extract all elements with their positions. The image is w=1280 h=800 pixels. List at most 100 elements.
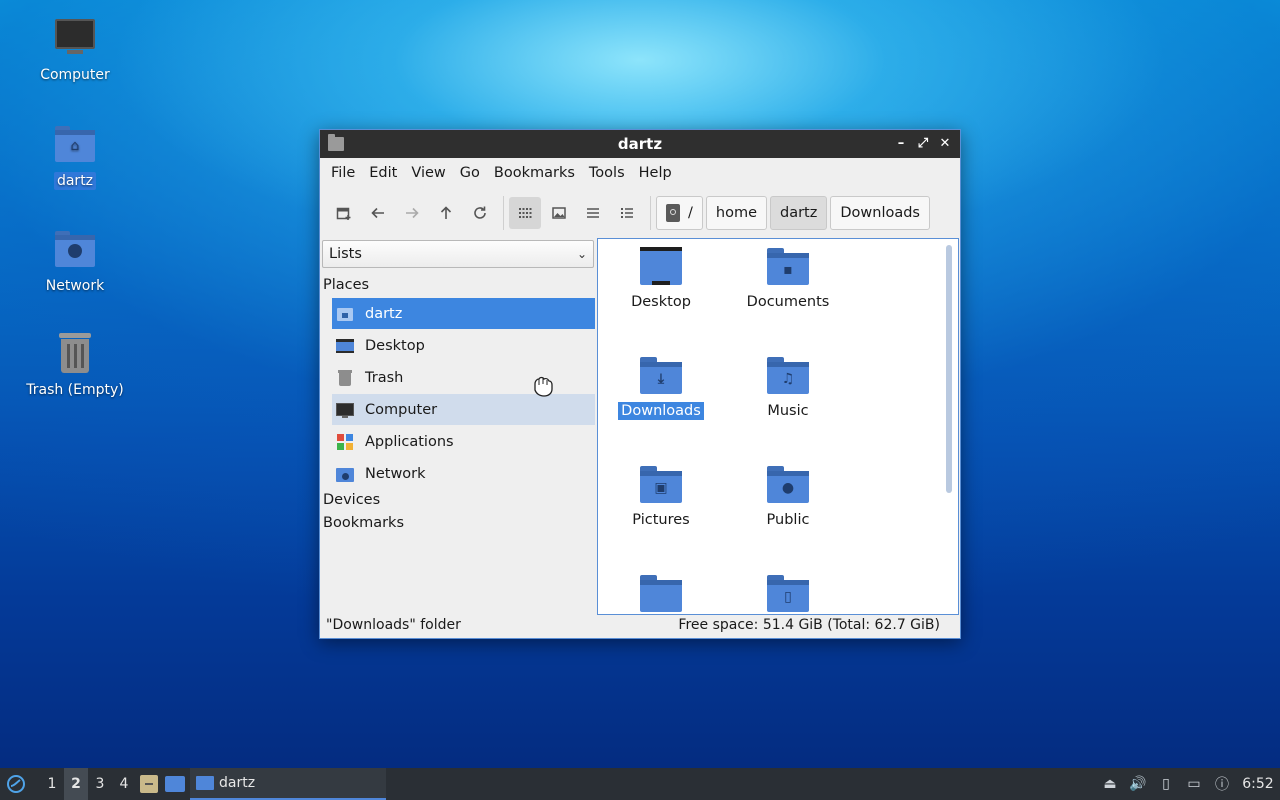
toolbar: / home dartz Downloads xyxy=(320,188,960,238)
network-icon[interactable]: ▭ xyxy=(1180,776,1208,792)
file-item-label: Music xyxy=(767,403,809,419)
side-pane-mode-select[interactable]: Lists ⌄ xyxy=(322,240,594,268)
menu-edit[interactable]: Edit xyxy=(362,161,404,185)
back-icon[interactable] xyxy=(362,197,394,229)
home-folder-icon: ⌂ xyxy=(53,122,97,166)
compact-view-icon[interactable] xyxy=(577,197,609,229)
detailed-list-icon[interactable] xyxy=(611,197,643,229)
sidebar-item-network[interactable]: Network xyxy=(332,458,595,489)
menu-tools[interactable]: Tools xyxy=(582,161,632,185)
icon-view-icon[interactable] xyxy=(509,197,541,229)
path-downloads-label: Downloads xyxy=(840,205,920,221)
thumbnail-view-icon[interactable] xyxy=(543,197,575,229)
sidebar-item-computer[interactable]: Computer xyxy=(332,394,595,425)
file-manager-window: dartz – ⤢ ✕ File Edit View Go Bookmarks … xyxy=(319,129,961,639)
pictures-folder-icon: ▣ xyxy=(640,465,682,503)
show-desktop-launcher[interactable] xyxy=(162,768,188,800)
folder-icon xyxy=(640,574,682,612)
titlebar[interactable]: dartz – ⤢ ✕ xyxy=(320,130,960,158)
menu-go[interactable]: Go xyxy=(453,161,487,185)
sidebar-item-label: Network xyxy=(365,465,426,482)
desktop-icon xyxy=(336,337,354,355)
workspace-4[interactable]: 4 xyxy=(112,776,136,792)
trash-icon xyxy=(53,331,97,375)
cursor-hand-icon xyxy=(529,372,555,398)
home-folder-icon xyxy=(336,305,354,323)
status-selection: "Downloads" folder xyxy=(326,617,461,633)
desktop-icon-label: dartz xyxy=(53,172,97,190)
menu-file[interactable]: File xyxy=(324,161,362,185)
menu-bookmarks[interactable]: Bookmarks xyxy=(487,161,582,185)
sidebar-item-trash[interactable]: Trash xyxy=(332,362,595,393)
sidebar-item-dartz[interactable]: dartz xyxy=(332,298,595,329)
sidebar-item-label: dartz xyxy=(365,305,403,322)
volume-icon[interactable]: 🔊 xyxy=(1124,776,1152,792)
eject-icon[interactable]: ⏏ xyxy=(1096,776,1124,792)
templates-folder-icon: ▯ xyxy=(767,574,809,612)
desktop-icon-label: Trash (Empty) xyxy=(26,382,124,398)
workspace-3[interactable]: 3 xyxy=(88,776,112,792)
minimize-icon[interactable]: – xyxy=(892,135,910,153)
applications-icon xyxy=(336,433,354,451)
bookmarks-header[interactable]: Bookmarks xyxy=(323,515,404,531)
file-item-pictures[interactable]: ▣ Pictures xyxy=(606,465,716,529)
file-item-public[interactable]: ● Public xyxy=(733,465,843,529)
file-view[interactable]: Desktop ▪ Documents ⤓ Downloads ♫ Music … xyxy=(597,238,959,615)
file-item-music[interactable]: ♫ Music xyxy=(733,356,843,420)
workspace-2[interactable]: 2 xyxy=(64,768,88,800)
chevron-down-icon: ⌄ xyxy=(576,247,587,261)
toolbar-separator xyxy=(503,196,504,230)
clipboard-icon[interactable]: ▯ xyxy=(1152,776,1180,792)
path-root[interactable]: / xyxy=(656,196,703,230)
menu-view[interactable]: View xyxy=(404,161,452,185)
file-item-downloads[interactable]: ⤓ Downloads xyxy=(606,356,716,420)
file-item-label: Downloads xyxy=(618,402,704,420)
menu-help[interactable]: Help xyxy=(632,161,679,185)
sidebar-item-label: Desktop xyxy=(365,337,425,354)
workspace-1[interactable]: 1 xyxy=(40,776,64,792)
clock[interactable]: 6:52 xyxy=(1236,776,1280,792)
window-title: dartz xyxy=(617,135,663,153)
file-manager-launcher[interactable] xyxy=(136,768,162,800)
taskbar-task-dartz[interactable]: dartz xyxy=(190,768,386,800)
desktop-icon-trash[interactable]: Trash (Empty) xyxy=(15,331,135,399)
folder-icon xyxy=(328,134,344,151)
close-icon[interactable]: ✕ xyxy=(936,135,954,153)
forward-icon[interactable] xyxy=(396,197,428,229)
menubar: File Edit View Go Bookmarks Tools Help xyxy=(320,158,960,188)
public-folder-icon: ● xyxy=(767,465,809,503)
sidebar-item-desktop[interactable]: Desktop xyxy=(332,330,595,361)
system-tray: ⏏ 🔊 ▯ ▭ ⓘ 6:52 xyxy=(1096,768,1280,800)
notification-icon[interactable]: ⓘ xyxy=(1208,774,1236,794)
reload-icon[interactable] xyxy=(464,197,496,229)
places-header[interactable]: Places xyxy=(323,277,369,293)
sidebar-item-applications[interactable]: Applications xyxy=(332,426,595,457)
sidebar-item-label: Trash xyxy=(365,369,404,386)
toolbar-separator xyxy=(650,196,651,230)
file-item-documents[interactable]: ▪ Documents xyxy=(733,247,843,311)
statusbar: "Downloads" folder Free space: 51.4 GiB … xyxy=(320,614,960,638)
file-item-desktop[interactable]: Desktop xyxy=(606,247,716,311)
path-downloads[interactable]: Downloads xyxy=(830,196,930,230)
network-folder-icon xyxy=(53,227,97,271)
maximize-icon[interactable]: ⤢ xyxy=(914,135,932,153)
path-home-label: home xyxy=(715,205,757,221)
devices-header[interactable]: Devices xyxy=(323,492,380,508)
sidebar-item-label: Computer xyxy=(365,401,438,418)
desktop-icon-home[interactable]: ⌂ dartz xyxy=(15,122,135,190)
desktop-icon-computer[interactable]: Computer xyxy=(15,16,135,84)
desktop-icon xyxy=(165,776,185,792)
file-item-label: Pictures xyxy=(632,512,690,528)
start-menu-icon[interactable] xyxy=(0,768,32,800)
status-free-space: Free space: 51.4 GiB (Total: 62.7 GiB) xyxy=(678,617,940,633)
up-icon[interactable] xyxy=(430,197,462,229)
path-home[interactable]: home xyxy=(705,196,767,230)
network-folder-icon xyxy=(336,465,354,483)
desktop-icon-network[interactable]: Network xyxy=(15,227,135,295)
file-item-label: Desktop xyxy=(631,294,691,310)
file-cabinet-icon xyxy=(140,775,158,793)
new-tab-icon[interactable] xyxy=(328,197,360,229)
scrollbar[interactable] xyxy=(946,245,952,493)
drive-icon xyxy=(666,204,680,222)
path-dartz[interactable]: dartz xyxy=(770,196,828,230)
